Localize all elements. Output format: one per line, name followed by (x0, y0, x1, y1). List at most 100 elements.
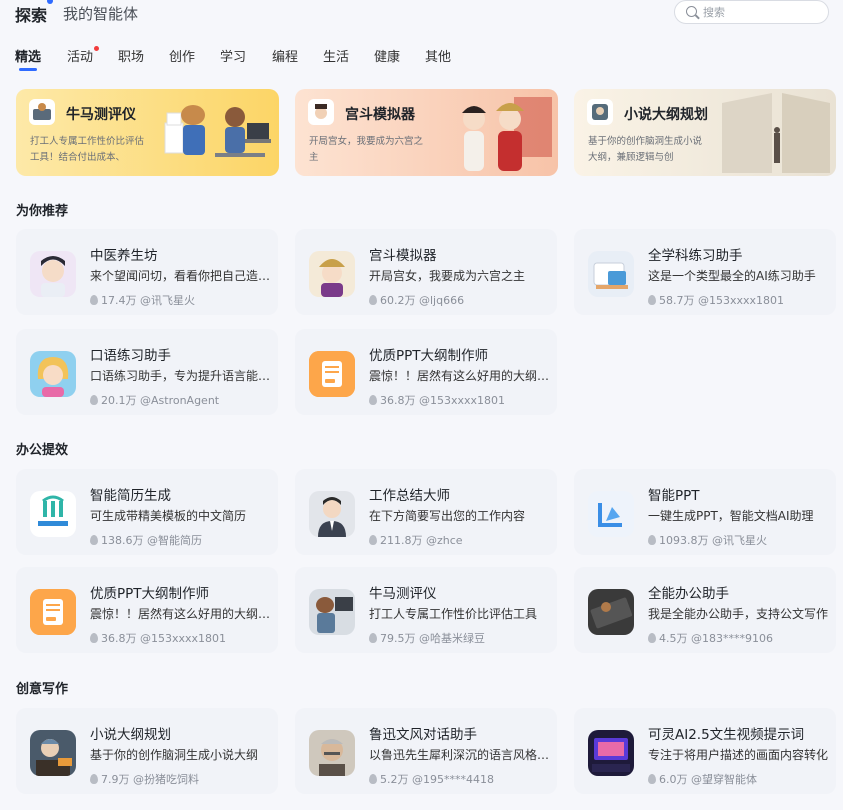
writer-avatar-icon (30, 730, 76, 776)
card-desc: 以鲁迅先生犀利深沉的语言风格对话 (369, 748, 551, 762)
card-meta: 211.8万 @zhce (369, 532, 463, 548)
agent-card-work-summary[interactable]: 工作总结大师 在下方简要写出您的工作内容 211.8万 @zhce (295, 469, 557, 555)
flame-icon (90, 633, 98, 643)
my-agents-link[interactable]: 我的智能体 (63, 3, 138, 24)
tab-label: 编程 (272, 50, 299, 65)
agent-card-resume[interactable]: 智能简历生成 可生成带精美模板的中文简历 138.6万 @智能简历 (16, 469, 278, 555)
flame-icon (369, 535, 377, 545)
agent-card-ppt-outline[interactable]: 优质PPT大纲制作师 震惊！！居然有这么好用的大纲工具 36.8万 @153xx… (295, 329, 557, 415)
author-name: @ljq666 (419, 294, 465, 307)
card-desc: 震惊！！居然有这么好用的大纲工具 (369, 369, 551, 383)
ppt-doc-avatar-icon (309, 351, 355, 397)
agent-card-kling-prompt[interactable]: 可灵AI2.5文生视频提示词 专注于将用户描述的画面内容转化 6.0万 @望穿智… (574, 708, 836, 794)
agent-card-office-assistant[interactable]: 全能办公助手 我是全能办公助手，支持公文写作 4.5万 @183****9106 (574, 567, 836, 653)
businessman-avatar-icon (309, 491, 355, 537)
tab-life[interactable]: 生活 (323, 46, 349, 65)
agent-card-novel-outline[interactable]: 小说大纲规划 基于你的创作脑洞生成小说大纲 7.9万 @扮猪吃饲料 (16, 708, 278, 794)
card-desc: 震惊！！居然有这么好用的大纲工具 (90, 607, 272, 621)
author-name: @153xxxx1801 (419, 394, 506, 407)
card-name: 宫斗模拟器 (369, 248, 437, 264)
tab-other[interactable]: 其他 (425, 46, 451, 65)
card-name: 智能简历生成 (90, 488, 171, 504)
card-meta: 138.6万 @智能简历 (90, 532, 202, 548)
card-desc: 可生成带精美模板的中文简历 (90, 509, 247, 523)
heat-count: 60.2万 (380, 294, 416, 307)
search-input[interactable] (703, 4, 818, 20)
author-name: @AstronAgent (140, 394, 220, 407)
explore-indicator-dot (47, 0, 54, 4)
card-desc: 一键生成PPT，智能文档AI助理 (648, 509, 814, 523)
banner-title: 牛马测评仪 (66, 107, 136, 123)
heat-count: 17.4万 (101, 294, 137, 307)
tcm-doctor-avatar-icon (30, 251, 76, 297)
tab-events[interactable]: 活动 (67, 46, 100, 65)
tab-workplace[interactable]: 职场 (118, 46, 144, 65)
agent-card-palace[interactable]: 宫斗模拟器 开局宫女，我要成为六宫之主 60.2万 @ljq666 (295, 229, 557, 315)
bookshelf-illustration-icon (722, 93, 830, 173)
card-meta: 7.9万 @扮猪吃饲料 (90, 771, 199, 787)
flame-icon (648, 633, 656, 643)
card-desc: 来个望闻问切，看看你把自己造成啥样了 (90, 269, 272, 283)
tab-featured[interactable]: 精选 (15, 46, 41, 71)
tab-label: 生活 (323, 50, 350, 65)
flame-icon (90, 535, 98, 545)
tab-learning[interactable]: 学习 (220, 46, 246, 65)
card-desc: 我是全能办公助手，支持公文写作 (648, 607, 829, 621)
card-desc: 口语练习助手，专为提升语言能力设计 (90, 369, 272, 383)
banner-desc: 打工人专属工作性价比评估工具！结合付出成本、 (30, 136, 145, 163)
banner-novel[interactable]: 小说大纲规划 基于你的创作脑洞生成小说大纲，兼顾逻辑与创 (574, 89, 836, 176)
banner-niuma[interactable]: 牛马测评仪 打工人专属工作性价比评估工具！结合付出成本、 (16, 89, 279, 176)
author-name: @哈基米绿豆 (419, 632, 485, 645)
girl-avatar-icon (30, 351, 76, 397)
author-name: @望穿智能体 (691, 773, 757, 786)
card-name: 中医养生坊 (90, 248, 158, 264)
heat-count: 1093.8万 (659, 534, 709, 547)
cow-worker-avatar-icon (309, 589, 355, 635)
tab-label: 创作 (169, 50, 196, 65)
agent-card-niuma[interactable]: 牛马测评仪 打工人专属工作性价比评估工具 79.5万 @哈基米绿豆 (295, 567, 557, 653)
heat-count: 5.2万 (380, 773, 409, 786)
flame-icon (90, 395, 98, 405)
card-meta: 17.4万 @讯飞星火 (90, 292, 195, 308)
tab-label: 职场 (118, 50, 145, 65)
palace-lady-avatar-icon (309, 251, 355, 297)
active-tab-underline (19, 68, 37, 71)
card-meta: 36.8万 @153xxxx1801 (90, 630, 226, 646)
flame-icon (90, 774, 98, 784)
section-title-writing: 创意写作 (16, 682, 69, 697)
tab-health[interactable]: 健康 (374, 46, 400, 65)
agent-card-speaking[interactable]: 口语练习助手 口语练习助手，专为提升语言能力设计 20.1万 @AstronAg… (16, 329, 278, 415)
explore-title[interactable]: 探索 (15, 0, 54, 26)
card-meta: 36.8万 @153xxxx1801 (369, 392, 505, 408)
card-meta: 4.5万 @183****9106 (648, 630, 773, 646)
agent-card-luxun[interactable]: 鲁迅文风对话助手 以鲁迅先生犀利深沉的语言风格对话 5.2万 @195****4… (295, 708, 557, 794)
card-name: 全能办公助手 (648, 586, 729, 602)
banner-palace[interactable]: 宫斗模拟器 开局宫女，我要成为六宫之主 (295, 89, 558, 176)
agent-card-smart-ppt[interactable]: 智能PPT 一键生成PPT，智能文档AI助理 1093.8万 @讯飞星火 (574, 469, 836, 555)
heat-count: 36.8万 (380, 394, 416, 407)
heat-count: 36.8万 (101, 632, 137, 645)
card-name: 优质PPT大纲制作师 (369, 348, 489, 364)
author-name: @zhce (426, 534, 463, 547)
flame-icon (369, 774, 377, 784)
author-name: @讯飞星火 (712, 534, 767, 547)
flame-icon (648, 535, 656, 545)
palace-ladies-illustration-icon (462, 97, 552, 171)
resume-logo-avatar-icon (30, 491, 76, 537)
agent-card-ppt-outline-2[interactable]: 优质PPT大纲制作师 震惊！！居然有这么好用的大纲工具 36.8万 @153xx… (16, 567, 278, 653)
heat-count: 211.8万 (380, 534, 423, 547)
author-name: @183****9106 (691, 632, 773, 645)
luxun-portrait-avatar-icon (309, 730, 355, 776)
banner-desc: 开局宫女，我要成为六宫之主 (309, 136, 424, 163)
agent-card-practice[interactable]: 全学科练习助手 这是一个类型最全的AI练习助手 58.7万 @153xxxx18… (574, 229, 836, 315)
tab-label: 其他 (425, 50, 452, 65)
top-bar: 探索 我的智能体 (0, 0, 843, 34)
tab-programming[interactable]: 编程 (272, 46, 298, 65)
search-box[interactable] (674, 0, 829, 24)
palace-banner-icon (308, 99, 334, 125)
tab-creation[interactable]: 创作 (169, 46, 195, 65)
author-name: @195****4418 (412, 773, 494, 786)
heat-count: 20.1万 (101, 394, 137, 407)
heat-count: 79.5万 (380, 632, 416, 645)
agent-card-tcm[interactable]: 中医养生坊 来个望闻问切，看看你把自己造成啥样了 17.4万 @讯飞星火 (16, 229, 278, 315)
